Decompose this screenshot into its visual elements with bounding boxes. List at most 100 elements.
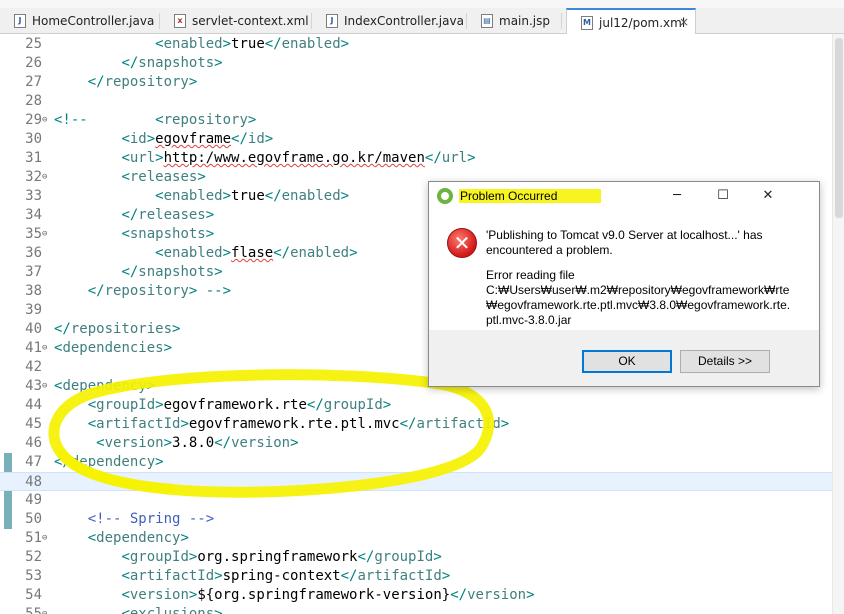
line-number: 25 (25, 36, 42, 52)
tab-label: jul12/pom.xml (599, 15, 686, 30)
code-text: <url>http:/www.egovframe.go.kr/maven</ur… (121, 150, 476, 166)
code-text: </repository> --> (87, 283, 232, 299)
code-text: <!-- Spring --> (87, 511, 215, 527)
code-line[interactable]: 55 ⊖ <exclusions> (0, 605, 832, 614)
tab-pom-xml[interactable]: M jul12/pom.xml × (566, 8, 696, 35)
jsp-file-icon: ▤ (481, 14, 493, 28)
code-line[interactable]: 29 ⊖ <!-- <repository> (0, 111, 832, 130)
code-line[interactable]: 47 </dependency> (0, 453, 832, 472)
code-text: <groupId>egovframework.rte</groupId> (87, 397, 392, 413)
details-button[interactable]: Details >> (680, 350, 770, 373)
code-line[interactable]: 44 <groupId>egovframework.rte</groupId> (0, 396, 832, 415)
code-text: <version>${org.springframework-version}<… (121, 587, 535, 603)
code-line[interactable]: 27 </repository> (0, 73, 832, 92)
code-line[interactable]: 25 <enabled>true</enabled> (0, 35, 832, 54)
code-line[interactable]: 28 (0, 92, 832, 111)
maximize-icon[interactable]: ☐ (715, 188, 731, 204)
fold-toggle-icon[interactable]: ⊖ (42, 111, 47, 130)
line-number: 41 (25, 340, 42, 356)
error-detail: Error reading file C:₩Users₩user₩.m2₩rep… (486, 268, 796, 328)
code-text: </snapshots> (121, 55, 223, 71)
code-text: </repositories> (54, 321, 181, 337)
code-text: </dependency> (54, 454, 164, 470)
tab-label: servlet-context.xml (192, 14, 309, 28)
line-number: 50 (25, 511, 42, 527)
line-number: 44 (25, 397, 42, 413)
error-detail-heading: Error reading file (486, 268, 575, 282)
code-text: <snapshots> (121, 226, 215, 242)
line-number: 29 (25, 112, 42, 128)
code-line[interactable]: 45 <artifactId>egovframework.rte.ptl.mvc… (0, 415, 832, 434)
error-x-icon: ✕ (447, 228, 477, 258)
code-text: <enabled>true</enabled> (155, 188, 350, 204)
java-file-icon: J (14, 14, 26, 28)
line-number: 28 (25, 93, 42, 109)
fold-toggle-icon[interactable]: ⊖ (42, 168, 47, 187)
close-icon[interactable]: ✕ (760, 188, 776, 204)
scrollbar-thumb[interactable] (835, 38, 843, 218)
line-number: 42 (25, 359, 42, 375)
xml-file-icon: x (174, 14, 186, 28)
error-detail-path: C:₩Users₩user₩.m2₩repository₩egovframewo… (486, 283, 791, 327)
dialog-body: ✕ 'Publishing to Tomcat v9.0 Server at l… (429, 210, 819, 330)
line-number: 36 (25, 245, 42, 261)
dialog-title: Problem Occurred (459, 189, 602, 203)
editor-tab-bar: J HomeController.java x servlet-context.… (0, 0, 844, 35)
line-number: 47 (25, 454, 42, 470)
java-file-icon: J (326, 14, 338, 28)
minimize-icon[interactable]: ─ (669, 188, 685, 204)
code-text: <artifactId>egovframework.rte.ptl.mvc</a… (87, 416, 510, 432)
code-text: <releases> (121, 169, 206, 185)
spring-tool-suite-icon (437, 188, 453, 204)
line-number: 37 (25, 264, 42, 280)
code-text: <exclusions> (121, 606, 223, 614)
line-number: 34 (25, 207, 42, 223)
fold-toggle-icon[interactable]: ⊖ (42, 529, 47, 548)
code-line[interactable]: 30 <id>egovframe</id> (0, 130, 832, 149)
line-number: 55 (25, 606, 42, 614)
line-number: 39 (25, 302, 42, 318)
code-line[interactable]: 31 <url>http:/www.egovframe.go.kr/maven<… (0, 149, 832, 168)
code-line[interactable]: 50 <!-- Spring --> (0, 510, 832, 529)
dialog-footer: OK Details >> (429, 330, 819, 386)
line-number: 40 (25, 321, 42, 337)
fold-toggle-icon[interactable]: ⊖ (42, 225, 47, 244)
line-number: 32 (25, 169, 42, 185)
code-line[interactable]: 54 <version>${org.springframework-versio… (0, 586, 832, 605)
fold-toggle-icon[interactable]: ⊖ (42, 339, 47, 358)
code-text: <version>3.8.0</version> (96, 435, 299, 451)
code-line[interactable]: 53 <artifactId>spring-context</artifactI… (0, 567, 832, 586)
tab-servlet-context[interactable]: x servlet-context.xml (160, 8, 312, 34)
code-line[interactable]: 48 (0, 472, 832, 491)
tab-indexcontroller[interactable]: J IndexController.java (312, 8, 467, 34)
ok-button[interactable]: OK (582, 350, 672, 373)
line-number: 30 (25, 131, 42, 147)
code-line[interactable]: 26 </snapshots> (0, 54, 832, 73)
code-line[interactable]: 49 (0, 491, 832, 510)
code-text: </releases> (121, 207, 215, 223)
tab-main-jsp[interactable]: ▤ main.jsp (467, 8, 562, 34)
fold-toggle-icon[interactable]: ⊖ (42, 377, 47, 396)
code-text: <artifactId>spring-context</artifactId> (121, 568, 451, 584)
line-number: 45 (25, 416, 42, 432)
error-message: 'Publishing to Tomcat v9.0 Server at loc… (486, 228, 763, 257)
code-text: </repository> (87, 74, 198, 90)
vertical-scrollbar[interactable] (832, 34, 844, 614)
line-number: 31 (25, 150, 42, 166)
code-line[interactable]: 46 <version>3.8.0</version> (0, 434, 832, 453)
dialog-titlebar[interactable]: Problem Occurred ─ ☐ ✕ (429, 182, 819, 210)
problem-occurred-dialog: Problem Occurred ─ ☐ ✕ ✕ 'Publishing to … (428, 181, 820, 387)
line-number: 51 (25, 530, 42, 546)
fold-toggle-icon[interactable]: ⊖ (42, 605, 47, 614)
code-text: <groupId>org.springframework</groupId> (121, 549, 442, 565)
code-text: <dependencies> (54, 340, 173, 356)
line-number: 43 (25, 378, 42, 394)
code-line[interactable]: 51 ⊖ <dependency> (0, 529, 832, 548)
line-number: 46 (25, 435, 42, 451)
line-number: 27 (25, 74, 42, 90)
tab-homecontroller[interactable]: J HomeController.java (0, 8, 160, 34)
line-number: 35 (25, 226, 42, 242)
close-tab-icon[interactable]: × (679, 15, 689, 29)
line-number: 49 (25, 492, 42, 508)
code-line[interactable]: 52 <groupId>org.springframework</groupId… (0, 548, 832, 567)
